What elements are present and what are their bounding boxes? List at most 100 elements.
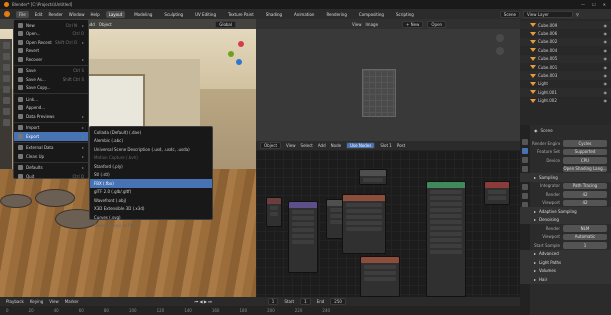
node-menu-view[interactable]: View xyxy=(286,143,296,148)
eye-visibility-icon[interactable]: ◉ xyxy=(604,23,611,28)
tab-scripting[interactable]: Scripting xyxy=(393,11,417,18)
export-menu-item[interactable]: glTF 2.0 (.glb/.gltf) xyxy=(90,188,212,197)
shader-node[interactable] xyxy=(359,169,387,185)
eye-visibility-icon[interactable]: ◉ xyxy=(604,39,611,44)
export-menu-item[interactable]: Stl (.stl) xyxy=(90,171,212,180)
image-editor[interactable]: View Image + New Open xyxy=(256,19,520,141)
menu-help[interactable]: Help xyxy=(90,12,99,17)
node-menu-node[interactable]: Node xyxy=(331,143,341,148)
file-menu-item[interactable]: Import ▸ xyxy=(14,124,88,133)
outliner-row[interactable]: Cube.003 ◉ xyxy=(520,71,611,80)
image-canvas[interactable] xyxy=(362,69,396,117)
property-value[interactable]: 42 xyxy=(563,199,607,206)
file-menu-item[interactable]: Save Copy... xyxy=(14,84,88,93)
zoom-icon[interactable] xyxy=(496,34,504,42)
gizmo-x-axis-icon[interactable] xyxy=(238,41,244,47)
property-value[interactable]: 1 xyxy=(563,242,607,249)
menu-render[interactable]: Render xyxy=(48,12,62,17)
tab-shading[interactable]: Shading xyxy=(263,11,285,18)
eye-visibility-icon[interactable]: ◉ xyxy=(604,81,611,86)
viewport-menu-object[interactable]: Object xyxy=(99,22,112,27)
outliner[interactable]: View Layer ⚲ Cube.009 ◉ Cube.006 ◉ Cube.002 ◉… xyxy=(520,9,611,125)
tab-uv-editing[interactable]: UV Editing xyxy=(192,11,219,18)
transform-orientation[interactable]: Global xyxy=(215,20,236,28)
shader-node-editor[interactable]: Object View Select Add Node Use Nodes Sl… xyxy=(256,141,520,297)
slot-selector[interactable]: Slot 1 xyxy=(380,143,391,148)
tab-compositing[interactable]: Compositing xyxy=(356,11,387,18)
shader-node[interactable] xyxy=(342,194,386,254)
node-world-label[interactable]: Post xyxy=(397,143,405,148)
stool-object[interactable] xyxy=(0,194,32,208)
blender-menu-icon[interactable] xyxy=(4,11,10,17)
select-tool-icon[interactable] xyxy=(2,42,10,49)
eye-visibility-icon[interactable]: ◉ xyxy=(604,31,611,36)
outliner-row[interactable]: Cube.005 ◉ xyxy=(520,54,611,63)
scale-tool-icon[interactable] xyxy=(2,86,10,93)
shader-node[interactable] xyxy=(426,181,466,297)
file-menu-item[interactable]: Revert xyxy=(14,47,88,56)
tab-layout[interactable]: Layout xyxy=(105,10,126,18)
timeline-menu-keying[interactable]: Keying xyxy=(30,299,43,304)
export-menu-item[interactable]: Wavefront (.obj) xyxy=(90,196,212,205)
outliner-row[interactable]: Cube.009 ◉ xyxy=(520,21,611,30)
menu-edit[interactable]: Edit xyxy=(35,12,43,17)
annotate-tool-icon[interactable] xyxy=(2,108,10,115)
file-menu-item[interactable]: Recover ▸ xyxy=(14,55,88,64)
shader-node[interactable] xyxy=(266,197,282,227)
property-value[interactable]: Cycles xyxy=(563,140,607,147)
shader-node[interactable] xyxy=(288,201,318,273)
eye-visibility-icon[interactable]: ◉ xyxy=(604,56,611,61)
scene-field[interactable]: Scene xyxy=(499,10,520,18)
export-menu-item[interactable]: X3D Extensible 3D (.x3d) xyxy=(90,205,212,214)
properties-editor[interactable]: ◉ Scene Render Engine Cycles Feature Set Su… xyxy=(520,125,611,315)
shader-node[interactable] xyxy=(360,256,400,297)
playback-controls[interactable]: ⏮ ◀ ▶ ⏭ xyxy=(195,299,212,304)
image-menu-view[interactable]: View xyxy=(352,22,362,27)
current-frame-field[interactable]: 1 xyxy=(267,298,279,305)
new-image-button[interactable]: + New xyxy=(402,20,424,28)
file-menu-item[interactable]: Data Previews ▸ xyxy=(14,112,88,121)
measure-tool-icon[interactable] xyxy=(2,119,10,126)
export-menu-item[interactable]: Motion Capture (.bvh) xyxy=(90,154,212,163)
outliner-row[interactable]: Cube.006 ◉ xyxy=(520,29,611,37)
property-value[interactable]: Open Shading Lang... xyxy=(563,165,607,172)
image-menu-image[interactable]: Image xyxy=(366,22,379,27)
timeline-menu-marker[interactable]: Marker xyxy=(65,299,79,304)
panel-header[interactable]: ▸ Advanced xyxy=(520,249,611,258)
material-output-node[interactable] xyxy=(484,181,510,205)
pan-hand-icon[interactable] xyxy=(496,47,504,55)
tab-rendering[interactable]: Rendering xyxy=(323,11,349,18)
outliner-row[interactable]: Light ◉ xyxy=(520,80,611,88)
export-menu-item[interactable]: Stanford (.ply) xyxy=(90,162,212,171)
end-frame-field[interactable]: 250 xyxy=(330,298,346,305)
view-layer-field[interactable]: View Layer xyxy=(523,10,573,18)
outliner-row[interactable]: Cube.001 ◉ xyxy=(520,63,611,71)
use-nodes-toggle[interactable]: Use Nodes xyxy=(346,142,376,149)
eye-visibility-icon[interactable]: ◉ xyxy=(604,73,611,78)
eye-visibility-icon[interactable]: ◉ xyxy=(604,65,611,70)
file-menu-item[interactable]: Clean Up ▸ xyxy=(14,152,88,161)
panel-header[interactable]: ▸ Adaptive Sampling xyxy=(520,207,611,216)
export-menu-item[interactable]: Grease Pencil as PDF xyxy=(90,222,212,231)
open-image-button[interactable]: Open xyxy=(427,20,447,28)
menu-file[interactable]: File xyxy=(16,10,29,18)
close-button[interactable]: ✕ xyxy=(603,2,606,7)
export-menu-item[interactable]: FBX (.fbx) xyxy=(90,179,212,188)
eye-visibility-icon[interactable]: ◉ xyxy=(604,48,611,53)
file-menu-item[interactable]: Save Ctrl S xyxy=(14,67,88,76)
property-value[interactable]: CPU xyxy=(563,157,607,164)
file-menu-item[interactable]: New Ctrl N ▸ xyxy=(14,21,88,30)
filter-icon[interactable]: ⚲ xyxy=(576,12,579,17)
outliner-row[interactable]: Light.001 ◉ xyxy=(520,88,611,97)
file-menu-item[interactable]: Defaults ▸ xyxy=(14,164,88,173)
property-value[interactable]: NLM xyxy=(563,225,607,232)
file-menu-item[interactable]: Open Recent Shift Ctrl O ▸ xyxy=(14,38,88,47)
file-menu-item[interactable]: Export ▸ xyxy=(14,132,88,141)
file-menu-item[interactable]: Save As... Shift Ctrl S xyxy=(14,75,88,84)
minimize-button[interactable]: — xyxy=(581,2,585,7)
timeline-menu-playback[interactable]: Playback xyxy=(6,299,24,304)
move-tool-icon[interactable] xyxy=(2,64,10,71)
node-menu-add[interactable]: Add xyxy=(318,143,326,148)
export-menu-item[interactable]: Curves (.svg) xyxy=(90,213,212,222)
panel-header[interactable]: ▸ Light Paths xyxy=(520,258,611,267)
